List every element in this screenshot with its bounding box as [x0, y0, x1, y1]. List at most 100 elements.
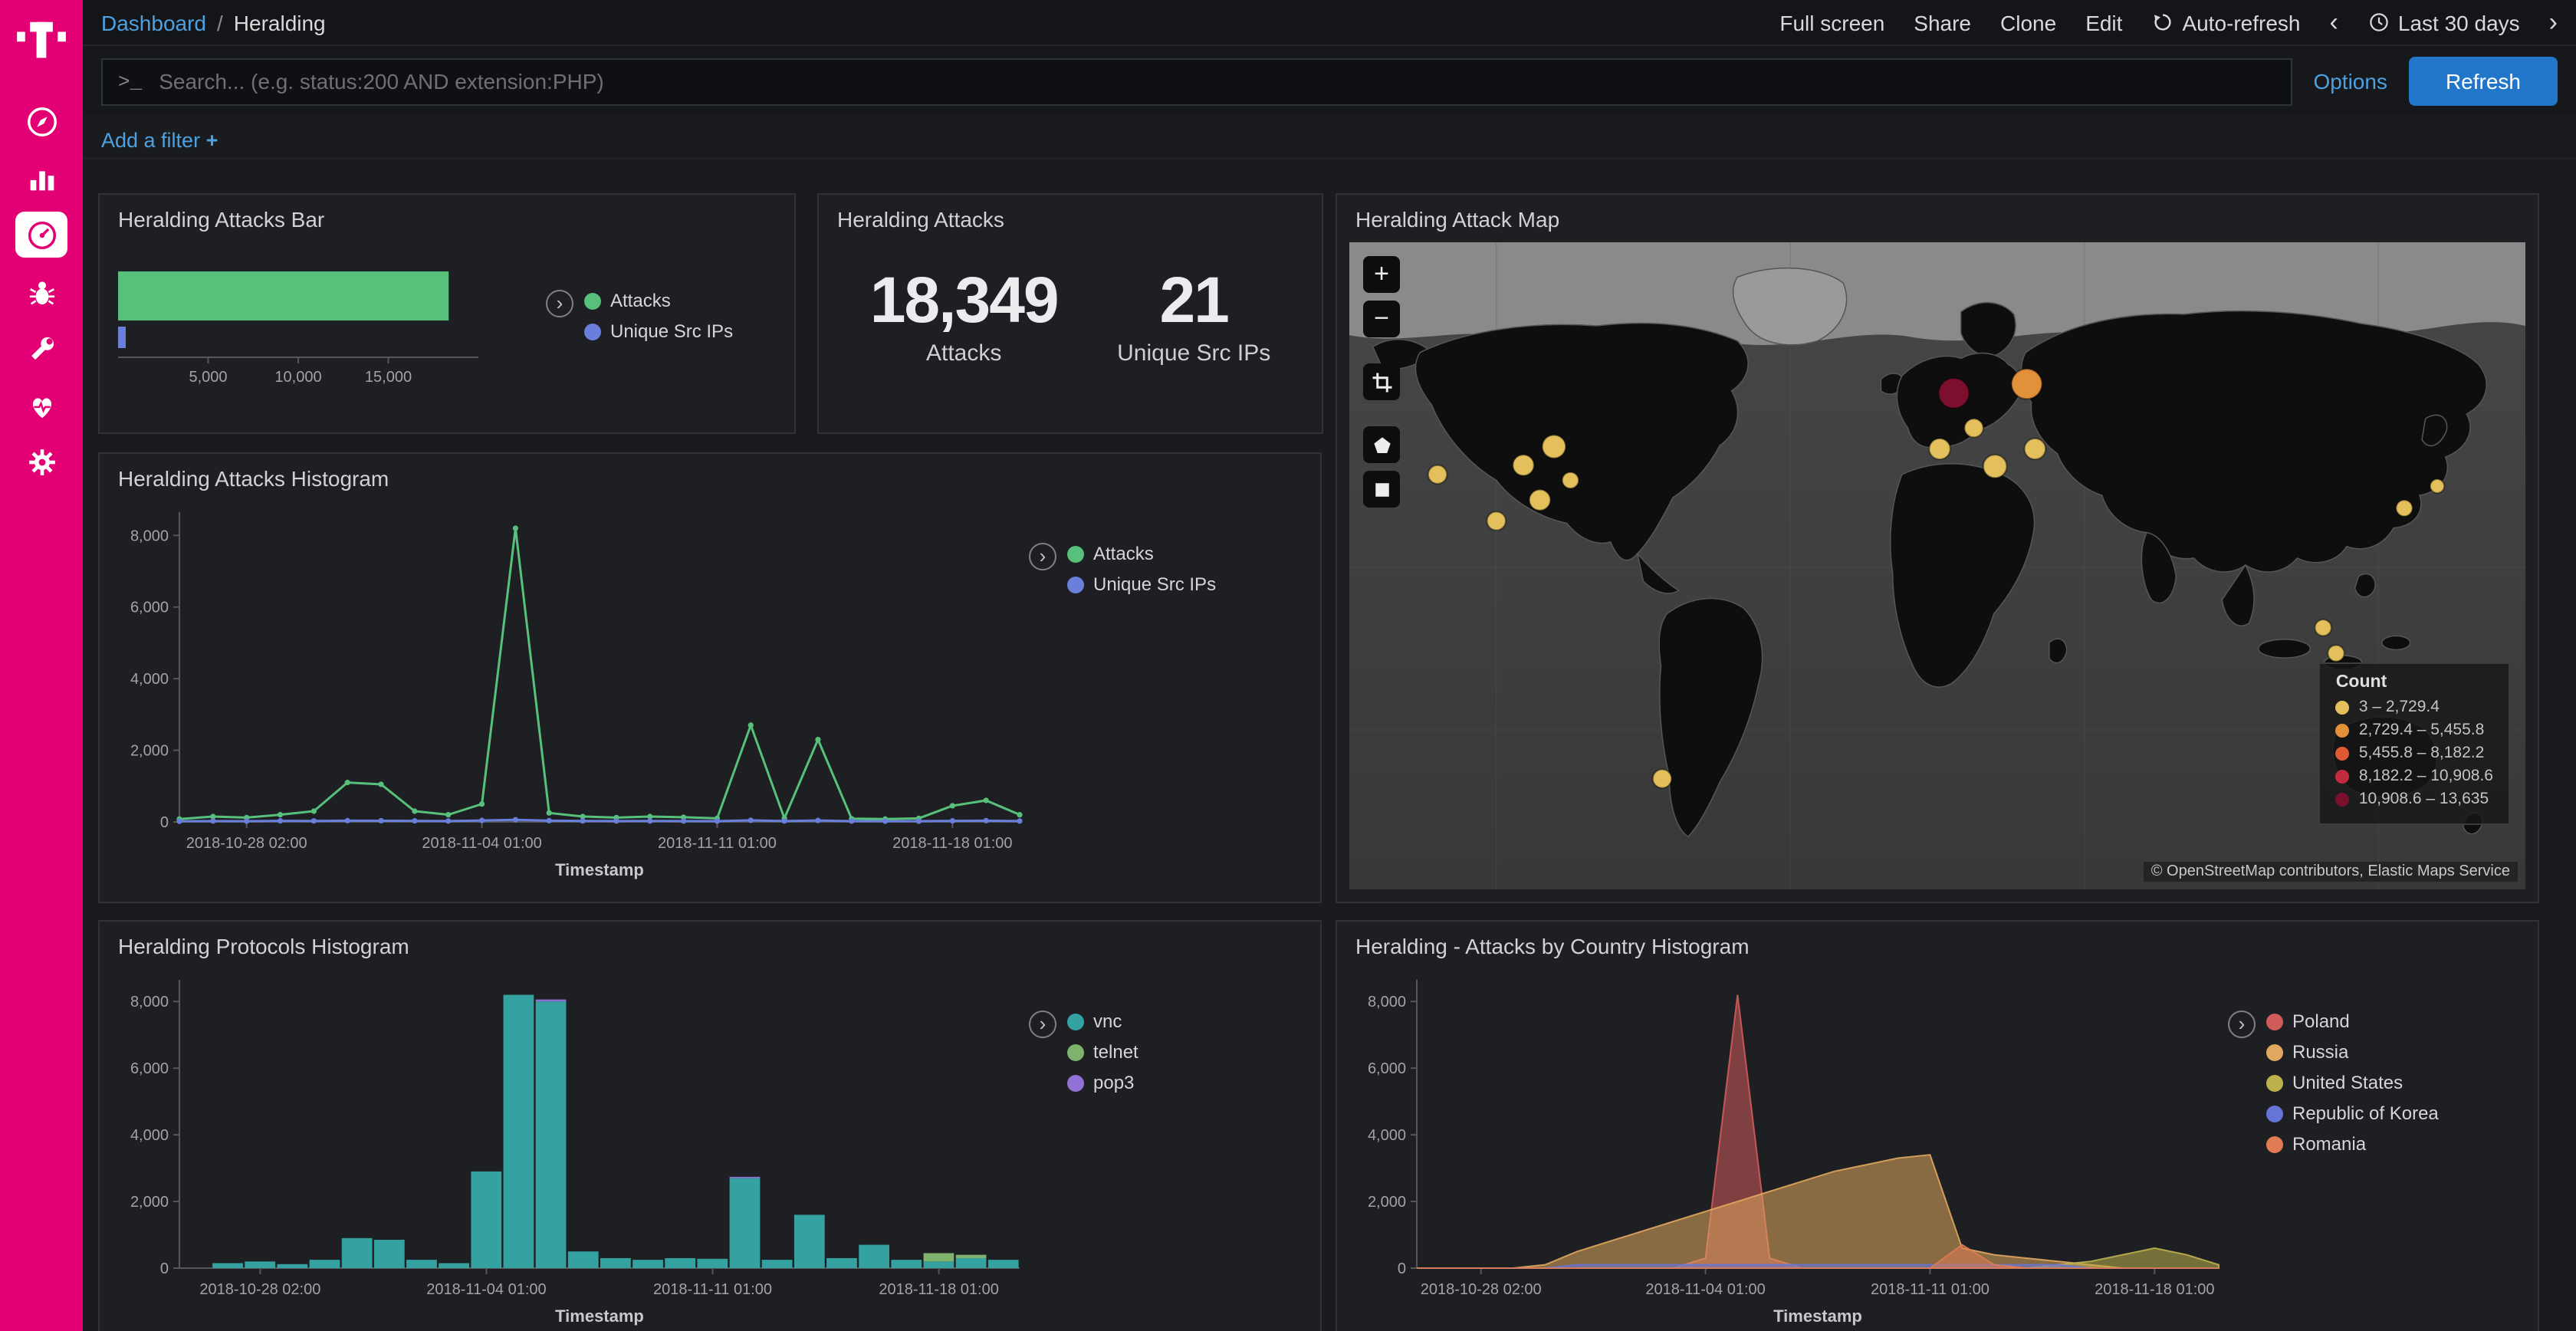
legend-toggle-icon[interactable]: › [546, 290, 573, 317]
time-back-chevron[interactable]: ‹ [2330, 9, 2338, 35]
add-filter-link[interactable]: Add a filter + [101, 129, 218, 152]
breadcrumb-dashboard-link[interactable]: Dashboard [101, 10, 206, 35]
legend-toggle-icon[interactable]: › [1029, 1011, 1056, 1038]
svg-text:8,000: 8,000 [130, 994, 169, 1011]
sidebar-item-dev-tools[interactable] [15, 325, 67, 371]
map-attribution: © OpenStreetMap contributors, Elastic Ma… [2144, 862, 2518, 882]
legend-toggle-icon[interactable]: › [2228, 1011, 2256, 1038]
zoom-in-button[interactable]: + [1363, 256, 1400, 293]
legend-dot-icon [2266, 1043, 2283, 1060]
sidebar-item-management[interactable] [15, 439, 67, 485]
compass-icon [24, 104, 59, 139]
country-histogram-chart: 02,0004,0006,0008,0002018-10-28 02:00201… [1346, 961, 2228, 1331]
panel-heralding-protocols-histogram: Heralding Protocols Histogram 0 2,000 4,00… [98, 920, 1322, 1331]
full-screen-button[interactable]: Full screen [1779, 10, 1884, 35]
attack-location-dot[interactable] [1530, 490, 1551, 511]
attack-location-dot[interactable] [2430, 479, 2444, 493]
map-legend-dot-icon [2336, 792, 2350, 806]
legend-dot-icon [1067, 576, 1084, 593]
svg-text:2018-10-28 02:00: 2018-10-28 02:00 [1421, 1281, 1542, 1298]
legend-item[interactable]: United States [2266, 1072, 2439, 1093]
t-mobile-logo[interactable] [15, 12, 67, 64]
gauge-icon [24, 217, 59, 252]
refresh-button[interactable]: Refresh [2409, 57, 2558, 106]
attack-location-dot[interactable] [2328, 645, 2344, 661]
map-legend-dot-icon [2336, 700, 2350, 714]
panel-title: Heralding Protocols Histogram [100, 922, 1320, 958]
legend-item[interactable]: telnet [1067, 1041, 1138, 1063]
svg-text:15,000: 15,000 [365, 369, 412, 386]
auto-refresh-button[interactable]: Auto-refresh [2151, 10, 2300, 35]
legend-item[interactable]: Attacks [584, 290, 733, 311]
map-legend-row: 8,182.2 – 10,908.6 [2336, 767, 2493, 785]
map-legend-title: Count [2336, 673, 2493, 692]
attack-location-dot[interactable] [2012, 369, 2042, 399]
svg-text:2,000: 2,000 [1368, 1194, 1406, 1211]
panel-heralding-attacks-histogram: Heralding Attacks Histogram 02,0004,0006… [98, 452, 1322, 903]
legend-item[interactable]: Unique Src IPs [1067, 573, 1216, 595]
world-map[interactable]: + − Count 3 – 2,729.42,72 [1349, 242, 2525, 889]
svg-text:2018-11-04 01:00: 2018-11-04 01:00 [426, 1281, 546, 1298]
top-navbar: Dashboard / Heralding Full screen Share … [83, 0, 2576, 46]
zoom-out-button[interactable]: − [1363, 301, 1400, 337]
panel-heralding-attack-map: Heralding Attack Map [1336, 193, 2539, 903]
svg-text:0: 0 [160, 1260, 169, 1277]
sidebar-item-security[interactable] [15, 268, 67, 314]
draw-rectangle-button[interactable] [1363, 471, 1400, 508]
attack-location-dot[interactable] [2025, 439, 2046, 459]
sidebar-item-visualize[interactable] [15, 155, 67, 201]
svg-text:2,000: 2,000 [130, 1194, 169, 1211]
filter-bar: Add a filter + [83, 115, 2576, 159]
sidebar [0, 0, 83, 1331]
attack-location-dot[interactable] [1653, 769, 1672, 787]
sidebar-item-discover[interactable] [15, 98, 67, 144]
legend-item[interactable]: Russia [2266, 1041, 2439, 1063]
svg-text:2018-10-28 02:00: 2018-10-28 02:00 [186, 835, 307, 852]
attack-location-dot[interactable] [1487, 511, 1506, 530]
legend-dot-icon [584, 292, 601, 309]
legend-item[interactable]: vnc [1067, 1011, 1138, 1032]
time-forward-chevron[interactable]: › [2549, 9, 2558, 35]
attack-location-dot[interactable] [1983, 455, 2007, 478]
legend-item[interactable]: Attacks [1067, 543, 1216, 564]
legend-dot-icon [1067, 1074, 1084, 1091]
clone-button[interactable]: Clone [2000, 10, 2056, 35]
attack-location-dot[interactable] [1428, 465, 1447, 484]
attack-location-dot[interactable] [2315, 619, 2331, 636]
metric-attacks: 18,349 Attacks [870, 263, 1058, 366]
breadcrumb-separator: / [217, 10, 223, 35]
attack-location-dot[interactable] [1543, 435, 1566, 458]
draw-polygon-button[interactable] [1363, 426, 1400, 463]
legend-dot-icon [1067, 1043, 1084, 1060]
attack-location-dot[interactable] [1513, 455, 1534, 475]
attack-location-dot[interactable] [1562, 472, 1579, 488]
svg-text:Timestamp: Timestamp [555, 1306, 644, 1326]
attack-location-dot[interactable] [1929, 439, 1950, 459]
panel-title: Heralding Attacks Bar [100, 195, 794, 232]
panel-heralding-attacks-bar: Heralding Attacks Bar 5,00010,00015,000 … [98, 193, 796, 434]
legend-item[interactable]: Unique Src IPs [584, 320, 733, 342]
svg-text:4,000: 4,000 [1368, 1127, 1406, 1144]
legend-item[interactable]: pop3 [1067, 1072, 1138, 1093]
legend-item[interactable]: Republic of Korea [2266, 1103, 2439, 1124]
legend-toggle-icon[interactable]: › [1029, 543, 1056, 570]
panel-title: Heralding Attacks Histogram [100, 454, 1320, 491]
metric-unique-src-ips: 21 Unique Src IPs [1117, 263, 1270, 366]
legend-item[interactable]: Romania [2266, 1133, 2439, 1155]
attack-location-dot[interactable] [1964, 419, 1983, 437]
share-button[interactable]: Share [1914, 10, 1971, 35]
attack-location-dot[interactable] [1939, 378, 1970, 408]
panel-title: Heralding - Attacks by Country Histogram [1337, 922, 2538, 958]
search-input[interactable] [156, 67, 2275, 95]
legend-item[interactable]: Poland [2266, 1011, 2439, 1032]
svg-text:4,000: 4,000 [130, 1127, 169, 1144]
fit-data-bounds-button[interactable] [1363, 363, 1400, 400]
attack-location-dot[interactable] [2396, 500, 2412, 516]
time-range-picker[interactable]: Last 30 days [2367, 10, 2520, 35]
search-bar: >_ Options Refresh [83, 46, 2576, 115]
legend: vnc telnet pop3 [1067, 1011, 1138, 1093]
options-link[interactable]: Options [2313, 69, 2387, 94]
sidebar-item-monitoring[interactable] [15, 382, 67, 428]
edit-button[interactable]: Edit [2085, 10, 2122, 35]
sidebar-item-dashboard[interactable] [15, 212, 67, 258]
